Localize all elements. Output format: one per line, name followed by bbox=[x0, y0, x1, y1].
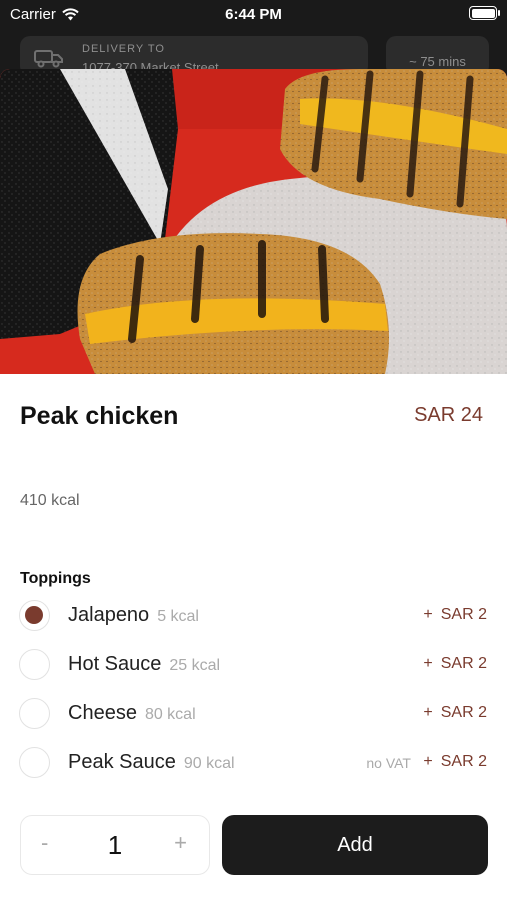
plus-sign: + bbox=[423, 704, 433, 721]
battery-icon bbox=[469, 6, 500, 20]
topping-label: Jalapeno bbox=[68, 604, 150, 626]
truck-icon bbox=[34, 50, 63, 68]
topping-calories: 90 kcal bbox=[183, 755, 235, 772]
quantity-increment-button[interactable]: + bbox=[174, 830, 187, 856]
quantity-stepper: - 1 + bbox=[20, 815, 210, 875]
topping-radio[interactable] bbox=[19, 600, 50, 631]
product-calories: 410 kcal bbox=[20, 492, 80, 509]
vat-note: no VAT bbox=[366, 755, 411, 771]
topping-price: + SAR 2 bbox=[423, 753, 487, 771]
eta-text: ~ 75 mins bbox=[409, 54, 466, 69]
topping-row[interactable]: Peak Sauce 90 kcal no VAT + SAR 2 bbox=[0, 743, 507, 783]
topping-radio[interactable] bbox=[19, 698, 50, 729]
status-time: 6:44 PM bbox=[225, 6, 282, 23]
topping-row[interactable]: Hot Sauce 25 kcal + SAR 2 bbox=[0, 645, 507, 685]
topping-name: Jalapeno 5 kcal bbox=[68, 604, 199, 627]
toppings-header: Toppings bbox=[20, 570, 91, 587]
topping-name: Hot Sauce 25 kcal bbox=[68, 653, 220, 676]
topping-calories: 25 kcal bbox=[169, 657, 221, 674]
topping-row[interactable]: Jalapeno 5 kcal + SAR 2 bbox=[0, 596, 507, 636]
topping-price: + SAR 2 bbox=[423, 655, 487, 673]
topping-label: Cheese bbox=[68, 702, 137, 724]
radio-selected-dot bbox=[25, 606, 43, 624]
add-button-label: Add bbox=[337, 833, 373, 856]
topping-name: Peak Sauce 90 kcal bbox=[68, 751, 235, 774]
product-sheet: Peak chicken SAR 24 410 kcal Toppings Ja… bbox=[0, 69, 507, 900]
delivery-label: DELIVERY TO bbox=[82, 43, 165, 55]
topping-calories: 80 kcal bbox=[144, 706, 196, 723]
status-bar: Carrier 6:44 PM bbox=[0, 0, 507, 30]
product-image bbox=[0, 69, 507, 374]
topping-price-value: SAR 2 bbox=[440, 753, 487, 770]
add-to-cart-button[interactable]: Add bbox=[222, 815, 488, 875]
topping-name: Cheese 80 kcal bbox=[68, 702, 196, 725]
product-title: Peak chicken bbox=[20, 402, 179, 430]
plus-sign: + bbox=[423, 655, 433, 672]
topping-label: Hot Sauce bbox=[68, 653, 162, 675]
topping-price-value: SAR 2 bbox=[440, 655, 487, 672]
topping-price: + SAR 2 bbox=[423, 704, 487, 722]
plus-sign: + bbox=[423, 606, 433, 623]
product-price: SAR 24 bbox=[414, 404, 483, 426]
topping-price-value: SAR 2 bbox=[440, 606, 487, 623]
topping-row[interactable]: Cheese 80 kcal + SAR 2 bbox=[0, 694, 507, 734]
plus-sign: + bbox=[423, 753, 433, 770]
topping-price-value: SAR 2 bbox=[440, 704, 487, 721]
topping-radio[interactable] bbox=[19, 649, 50, 680]
topping-calories: 5 kcal bbox=[157, 608, 199, 625]
topping-radio[interactable] bbox=[19, 747, 50, 778]
topping-price: + SAR 2 bbox=[423, 606, 487, 624]
topping-label: Peak Sauce bbox=[68, 751, 176, 773]
